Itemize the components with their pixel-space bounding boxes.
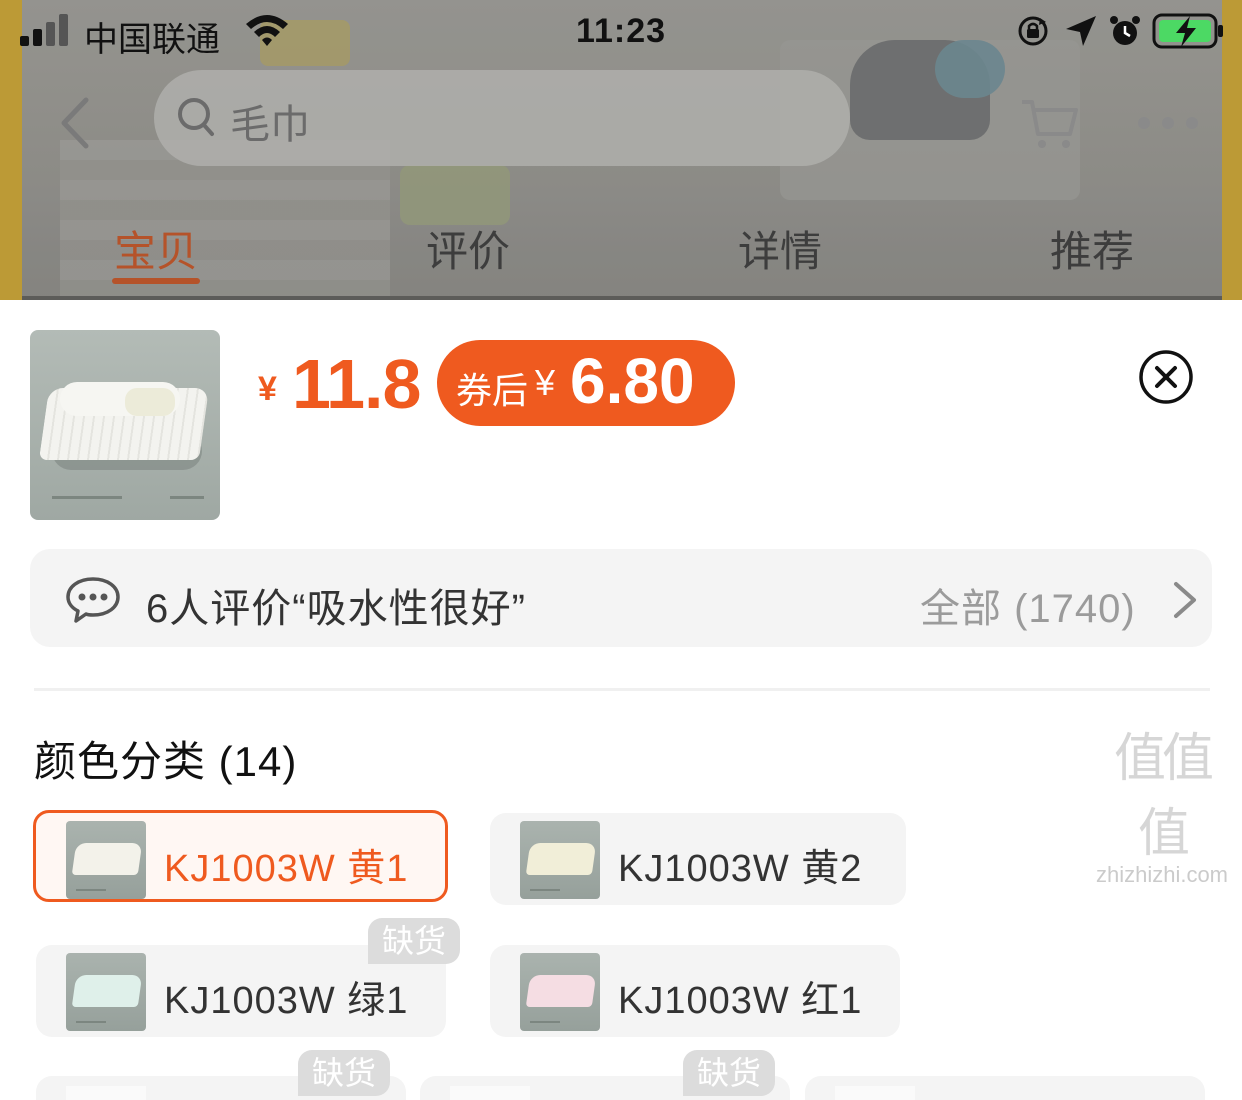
battery-charging-icon <box>1152 13 1223 49</box>
coupon-currency: ¥ <box>535 362 556 403</box>
variant-thumbnail <box>66 1086 146 1100</box>
review-summary-text: 6人评价“吸水性很好” <box>146 587 526 631</box>
price-value: 11.8 <box>292 345 421 423</box>
cart-icon[interactable] <box>1018 96 1080 152</box>
tab-item[interactable]: 宝贝 <box>114 218 198 279</box>
chat-bubble-icon <box>66 577 120 623</box>
tab-details[interactable]: 详情 <box>738 218 822 279</box>
variant-thumbnail <box>520 821 600 899</box>
sku-selector-sheet: ¥ 11.8 券后 ¥ 6.80 6人评价“吸水性很好” 全部 (1740) 颜… <box>0 300 1242 1100</box>
divider <box>34 688 1210 691</box>
tab-recommend[interactable]: 推荐 <box>1050 218 1134 279</box>
variant-option-partial[interactable] <box>805 1076 1205 1100</box>
clock: 11:23 <box>575 12 667 50</box>
product-thumbnail[interactable] <box>30 330 220 520</box>
review-all-link[interactable]: 全部 (1740) <box>920 576 1136 634</box>
status-bar: 中国联通 11:23 <box>0 0 1242 64</box>
variant-thumbnail <box>835 1086 915 1100</box>
sold-out-badge: 缺货 <box>368 918 461 964</box>
alarm-icon <box>1110 16 1140 45</box>
coupon-label: 券后 <box>456 370 529 411</box>
back-icon[interactable] <box>56 96 96 150</box>
chevron-right-icon <box>1174 582 1196 618</box>
variant-thumbnail <box>66 821 146 899</box>
watermark-site: zhizhizhi.com <box>1095 862 1229 887</box>
location-icon <box>1066 16 1096 46</box>
coupon-price-value: 6.80 <box>570 345 695 417</box>
variant-thumbnail <box>520 953 600 1031</box>
variant-label: KJ1003W 红1 <box>618 980 863 1022</box>
watermark-logo: 值值值 <box>1113 730 1214 863</box>
sold-out-badge: 缺货 <box>683 1050 776 1096</box>
watermark: 值值值 zhizhizhi.com <box>1092 716 1232 888</box>
background-page: 中国联通 11:23 毛巾 宝贝 评价 详情 推荐 <box>0 0 1242 300</box>
variant-label: KJ1003W 绿1 <box>164 980 409 1022</box>
variant-label: KJ1003W 黄1 <box>164 848 409 890</box>
price-currency: ¥ <box>258 370 277 408</box>
variant-thumbnail <box>450 1086 530 1100</box>
variant-thumbnail <box>66 953 146 1031</box>
variant-section-title: 颜色分类 (14) <box>34 738 298 785</box>
variant-option-yellow-1[interactable]: KJ1003W 黄1 <box>33 810 448 902</box>
sold-out-badge: 缺货 <box>298 1050 391 1096</box>
tab-reviews[interactable]: 评价 <box>426 218 510 279</box>
close-icon[interactable] <box>1138 349 1194 405</box>
more-icon[interactable] <box>1136 114 1200 132</box>
rotation-lock-icon <box>1018 16 1048 46</box>
variant-option-red-1[interactable]: KJ1003W 红1 <box>490 945 900 1037</box>
variant-label: KJ1003W 黄2 <box>618 848 863 890</box>
tab-active-indicator <box>112 278 200 284</box>
variant-option-yellow-2[interactable]: KJ1003W 黄2 <box>490 813 906 905</box>
search-icon <box>178 98 214 136</box>
search-input[interactable]: 毛巾 <box>230 92 310 150</box>
